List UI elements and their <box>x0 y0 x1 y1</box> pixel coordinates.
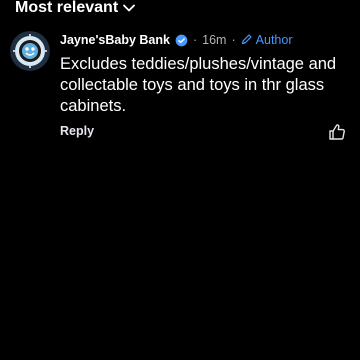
pencil-icon <box>241 33 253 48</box>
sort-label: Most relevant <box>15 0 119 16</box>
thumbs-up-icon <box>329 124 345 140</box>
baby-bank-logo-icon <box>10 31 50 71</box>
separator: · <box>231 33 236 47</box>
avatar[interactable] <box>10 31 50 71</box>
timestamp[interactable]: 16m <box>202 33 226 47</box>
author-name[interactable]: Jayne'sBaby Bank <box>60 33 170 47</box>
author-badge-label: Author <box>255 33 293 47</box>
comments-panel: Most relevant Jayne'sBaby Bank · 16m · A… <box>0 0 360 360</box>
sort-dropdown[interactable]: Most relevant <box>15 0 136 18</box>
comment-text: Excludes teddies/plushes/vintage and col… <box>60 55 337 115</box>
comment-header: Jayne'sBaby Bank · 16m · Author <box>60 32 293 48</box>
verified-badge-icon <box>175 34 188 47</box>
like-button[interactable] <box>328 123 346 141</box>
reply-button[interactable]: Reply <box>60 124 94 138</box>
author-badge: Author <box>241 33 293 48</box>
chevron-down-icon <box>122 1 136 15</box>
separator: · <box>192 33 198 47</box>
